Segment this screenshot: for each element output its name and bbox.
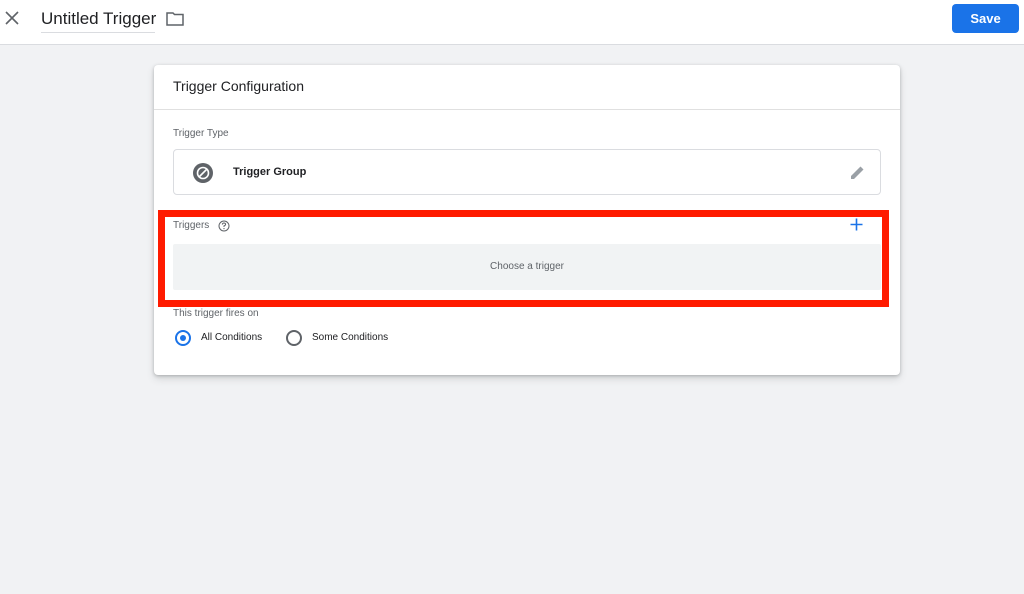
trigger-type-name: Trigger Group	[233, 166, 307, 178]
help-icon[interactable]	[218, 220, 230, 232]
pencil-icon[interactable]	[849, 164, 866, 181]
folder-icon[interactable]	[166, 11, 184, 26]
trigger-name-input[interactable]: Untitled Trigger	[41, 7, 156, 33]
radio-all-conditions[interactable]: All Conditions	[175, 330, 271, 348]
triggers-label: Triggers	[173, 220, 210, 231]
card-header: Trigger Configuration	[154, 65, 900, 110]
fires-on-label: This trigger fires on	[173, 308, 259, 319]
plus-icon[interactable]	[850, 218, 863, 231]
card-title: Trigger Configuration	[173, 78, 304, 94]
close-icon[interactable]	[3, 9, 21, 27]
radio-some-conditions-label: Some Conditions	[312, 332, 389, 343]
trigger-type-selector[interactable]: Trigger Group	[173, 149, 881, 195]
trigger-type-label: Trigger Type	[173, 128, 229, 139]
radio-checked-icon	[175, 330, 191, 346]
top-bar: Untitled Trigger Save	[0, 0, 1024, 45]
trigger-configuration-card: Trigger Configuration Trigger Type Trigg…	[154, 65, 900, 375]
trigger-group-icon	[193, 163, 213, 183]
choose-trigger-button[interactable]: Choose a trigger	[173, 244, 881, 290]
save-button[interactable]: Save	[952, 4, 1019, 33]
radio-all-conditions-label: All Conditions	[201, 332, 263, 343]
choose-trigger-text: Choose a trigger	[490, 261, 564, 272]
radio-unchecked-icon	[286, 330, 302, 346]
radio-some-conditions[interactable]: Some Conditions	[286, 330, 398, 348]
